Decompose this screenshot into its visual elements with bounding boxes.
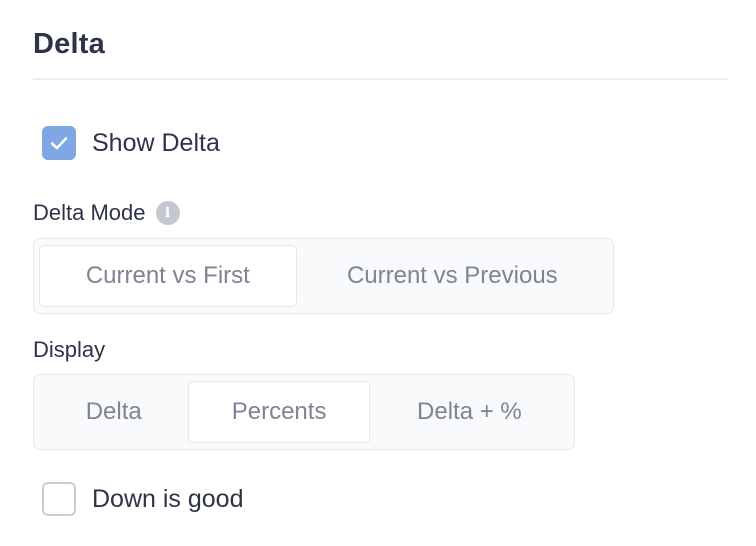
delta-mode-label: Delta Mode xyxy=(33,200,146,225)
delta-mode-label-row: Delta Mode i xyxy=(33,200,180,226)
down-is-good-label: Down is good xyxy=(92,484,244,513)
down-is-good-checkbox[interactable] xyxy=(42,482,76,516)
display-option-delta[interactable]: Delta xyxy=(39,381,188,443)
delta-mode-option-current-vs-first[interactable]: Current vs First xyxy=(39,245,297,307)
display-segmented-control: Delta Percents Delta + % xyxy=(33,374,575,450)
display-label: Display xyxy=(33,337,106,362)
delta-mode-option-current-vs-previous[interactable]: Current vs Previous xyxy=(297,245,608,307)
section-title: Delta xyxy=(33,28,105,60)
info-icon[interactable]: i xyxy=(155,201,180,225)
display-label-row: Display xyxy=(33,337,105,363)
delta-mode-segmented-control: Current vs First Current vs Previous xyxy=(33,238,614,314)
section-divider xyxy=(33,78,728,80)
show-delta-label: Show Delta xyxy=(92,128,220,157)
delta-settings-panel: Delta Show Delta Delta Mode i Current vs… xyxy=(0,0,756,546)
display-option-delta-percent[interactable]: Delta + % xyxy=(370,381,569,443)
down-is-good-toggle[interactable]: Down is good xyxy=(42,482,243,516)
show-delta-checkbox[interactable] xyxy=(42,126,76,160)
display-option-percents[interactable]: Percents xyxy=(188,381,370,443)
show-delta-toggle[interactable]: Show Delta xyxy=(42,126,220,160)
checkmark-icon xyxy=(50,137,68,150)
